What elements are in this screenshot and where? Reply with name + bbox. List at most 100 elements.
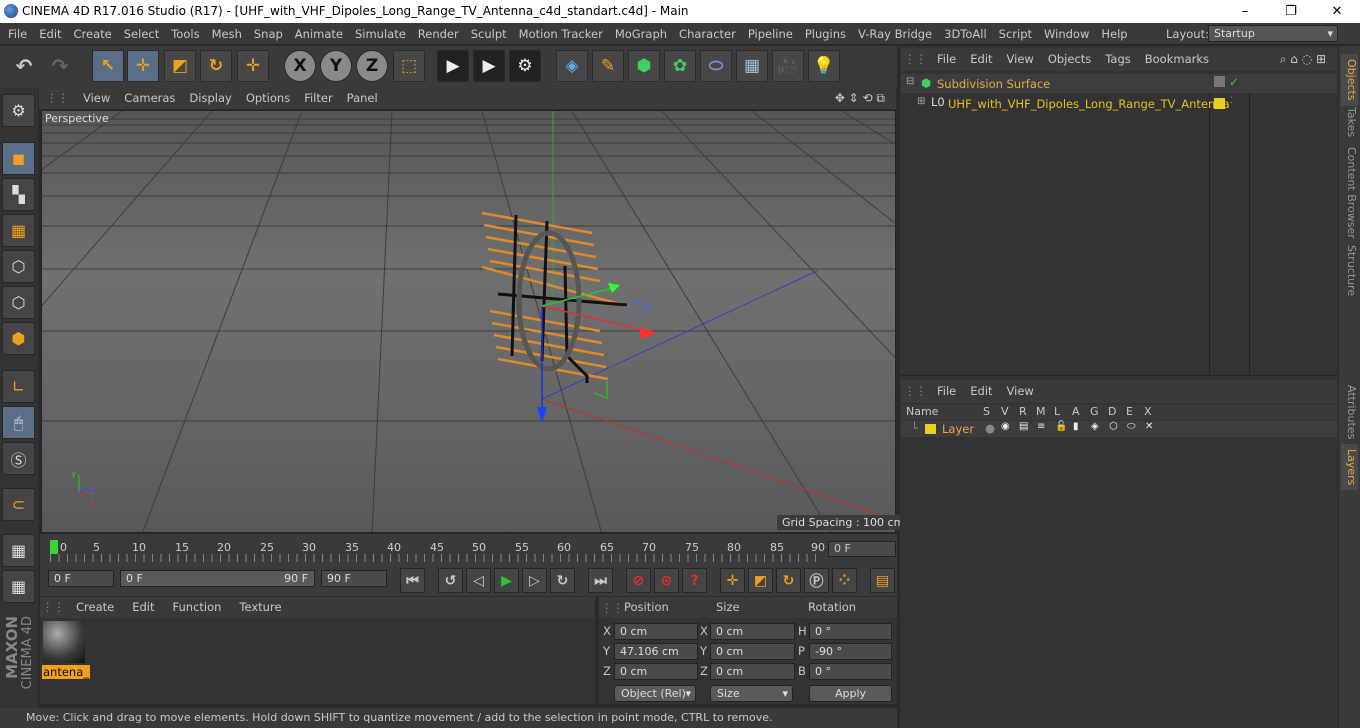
menu-help[interactable]: Help <box>1095 23 1133 45</box>
size-x-field[interactable]: 0 cm <box>710 623 795 640</box>
enable-check-icon[interactable]: ✓ <box>1229 75 1239 89</box>
y-axis-lock-button[interactable]: Y <box>320 50 352 82</box>
manager-toggle-icon[interactable]: ≡ <box>1037 421 1045 432</box>
edges-mode-icon[interactable]: ⬡ <box>2 286 35 319</box>
expressions-toggle-icon[interactable]: ⬭ <box>1127 421 1136 432</box>
solo-mode-icon[interactable]: Ⓢ <box>2 442 35 475</box>
expand-icon[interactable]: ⊞ <box>917 96 925 107</box>
object-row-antenna[interactable]: ⊞ L0 UHF_with_VHF_Dipoles_Long_Range_TV_… <box>901 94 1337 113</box>
menu-motion-tracker[interactable]: Motion Tracker <box>513 23 609 45</box>
col-animation[interactable]: A <box>1072 405 1080 418</box>
visibility-dots-icon[interactable]: ⁚ <box>1230 96 1233 106</box>
menu-mograph[interactable]: MoGraph <box>609 23 673 45</box>
col-deformers[interactable]: D <box>1108 405 1116 418</box>
minimize-button[interactable]: – <box>1222 0 1268 23</box>
size-z-field[interactable]: 0 cm <box>710 663 795 680</box>
axis-mode-icon[interactable]: ∟ <box>2 370 35 403</box>
cube-primitive-icon[interactable]: ◈ <box>556 50 588 82</box>
pos-y-field[interactable]: 47.106 cm <box>614 643 698 660</box>
tab-content-browser[interactable]: Content Browser <box>1341 142 1358 244</box>
menu-animate[interactable]: Animate <box>289 23 349 45</box>
timeline-ruler[interactable]: 0 5 10 15 20 25 30 35 40 45 50 55 60 65 … <box>40 534 897 564</box>
layout-dropdown[interactable]: Startup ▾ <box>1208 25 1338 42</box>
menu-tools[interactable]: Tools <box>165 23 205 45</box>
menu-edit[interactable]: Edit <box>33 23 67 45</box>
3d-viewport[interactable] <box>41 110 896 533</box>
timeline-window-icon[interactable]: ▤ <box>870 568 895 593</box>
material-menu-texture[interactable]: Texture <box>230 597 290 618</box>
live-select-icon[interactable]: ✛ <box>237 50 269 82</box>
object-row-subdivision[interactable]: ⊟ ⬢ Subdivision Surface ✓ <box>901 74 1337 93</box>
col-solo[interactable]: S <box>983 405 990 418</box>
points-mode-icon[interactable]: ⬡ <box>2 250 35 283</box>
z-axis-lock-button[interactable]: Z <box>356 50 388 82</box>
col-expressions[interactable]: E <box>1126 405 1133 418</box>
layers-menu-edit[interactable]: Edit <box>963 380 999 403</box>
size-y-field[interactable]: 0 cm <box>710 643 795 660</box>
viewport-menu-display[interactable]: Display <box>182 88 238 109</box>
layers-menu-file[interactable]: File <box>930 380 963 403</box>
pos-x-field[interactable]: 0 cm <box>614 623 698 640</box>
previous-frame-icon[interactable]: ◁ <box>466 568 491 593</box>
workplane-mode-icon[interactable]: ▦ <box>2 214 35 247</box>
animation-toggle-icon[interactable]: ▮ <box>1073 421 1079 432</box>
objects-menu-file[interactable]: File <box>930 48 963 71</box>
model-mode-icon[interactable]: ◼ <box>2 142 35 175</box>
menu-simulate[interactable]: Simulate <box>349 23 412 45</box>
menu-sculpt[interactable]: Sculpt <box>465 23 513 45</box>
material-menu-create[interactable]: Create <box>67 597 123 618</box>
layer-row[interactable]: └ Layer ● ◉ ▤ ≡ 🔓 ▮ ◈ ⬡ ⬭ ✕ <box>901 421 1337 437</box>
menu-plugins[interactable]: Plugins <box>799 23 852 45</box>
snap-magnet-icon[interactable]: ⊂ <box>2 488 35 521</box>
next-frame-icon[interactable]: ▷ <box>522 568 547 593</box>
collapse-icon[interactable]: ⊟ <box>906 76 914 87</box>
viewport-menu-options[interactable]: Options <box>239 88 297 109</box>
menu-script[interactable]: Script <box>993 23 1038 45</box>
polygons-mode-icon[interactable]: ⬢ <box>2 322 35 355</box>
render-picture-viewer-icon[interactable]: ▶ <box>473 50 505 82</box>
viewport-nav-icons[interactable]: ✥ ⇕ ⟲ ⧉ <box>828 88 892 109</box>
view-toggle-icon[interactable]: ◉ <box>1001 421 1010 432</box>
menu-window[interactable]: Window <box>1038 23 1095 45</box>
objects-menu-edit[interactable]: Edit <box>963 48 999 71</box>
solo-toggle-icon[interactable]: ● <box>985 421 995 435</box>
key-parameter-icon[interactable]: Ⓟ <box>804 568 829 593</box>
coordinate-system-icon[interactable]: ⬚ <box>393 50 425 82</box>
col-name[interactable]: Name <box>906 405 938 418</box>
viewport-menu-panel[interactable]: Panel <box>340 88 385 109</box>
rot-p-field[interactable]: -90 ° <box>809 643 892 660</box>
x-axis-lock-button[interactable]: X <box>284 50 316 82</box>
rot-h-field[interactable]: 0 ° <box>809 623 892 640</box>
xref-toggle-icon[interactable]: ✕ <box>1145 421 1153 432</box>
layers-menu-view[interactable]: View <box>1000 380 1041 403</box>
tab-layers[interactable]: Layers <box>1341 444 1358 491</box>
close-button[interactable]: ✕ <box>1314 0 1360 23</box>
render-view-icon[interactable]: ▶ <box>437 50 469 82</box>
undo-icon[interactable]: ↶ <box>8 50 40 82</box>
col-generators[interactable]: G <box>1090 405 1099 418</box>
objects-menu-objects[interactable]: Objects <box>1041 48 1098 71</box>
start-frame-field[interactable]: 0 F <box>48 570 114 587</box>
maximize-button[interactable]: ❐ <box>1268 0 1314 23</box>
tab-structure[interactable]: Structure <box>1341 240 1358 301</box>
deformer-icon[interactable]: ⬭ <box>700 50 732 82</box>
tab-attributes[interactable]: Attributes <box>1341 380 1358 444</box>
keyframe-selection-icon[interactable]: ? <box>682 568 707 593</box>
record-keys-icon[interactable]: ⊘ <box>626 568 651 593</box>
previous-key-icon[interactable]: ↺ <box>438 568 463 593</box>
redo-icon[interactable]: ↷ <box>44 50 76 82</box>
frame-range-slider[interactable]: 0 F 90 F <box>120 570 315 587</box>
tab-objects[interactable]: Objects <box>1341 54 1358 106</box>
workplane-lock-icon[interactable]: ▦ <box>2 534 35 567</box>
key-pla-icon[interactable]: ⁘ <box>832 568 857 593</box>
material-thumbnail[interactable] <box>43 621 85 663</box>
viewport-menu-view[interactable]: View <box>76 88 117 109</box>
object-name[interactable]: UHF_with_VHF_Dipoles_Long_Range_TV_Anten… <box>948 97 1230 111</box>
make-editable-icon[interactable]: ⚙ <box>2 94 35 127</box>
menu-vray-bridge[interactable]: V-Ray Bridge <box>852 23 938 45</box>
layer-name[interactable]: Layer <box>942 422 974 436</box>
play-icon[interactable]: ▶ <box>494 568 519 593</box>
rotate-tool-icon[interactable]: ↻ <box>200 50 232 82</box>
objects-menu-tags[interactable]: Tags <box>1098 48 1137 71</box>
viewport-menu-filter[interactable]: Filter <box>297 88 339 109</box>
